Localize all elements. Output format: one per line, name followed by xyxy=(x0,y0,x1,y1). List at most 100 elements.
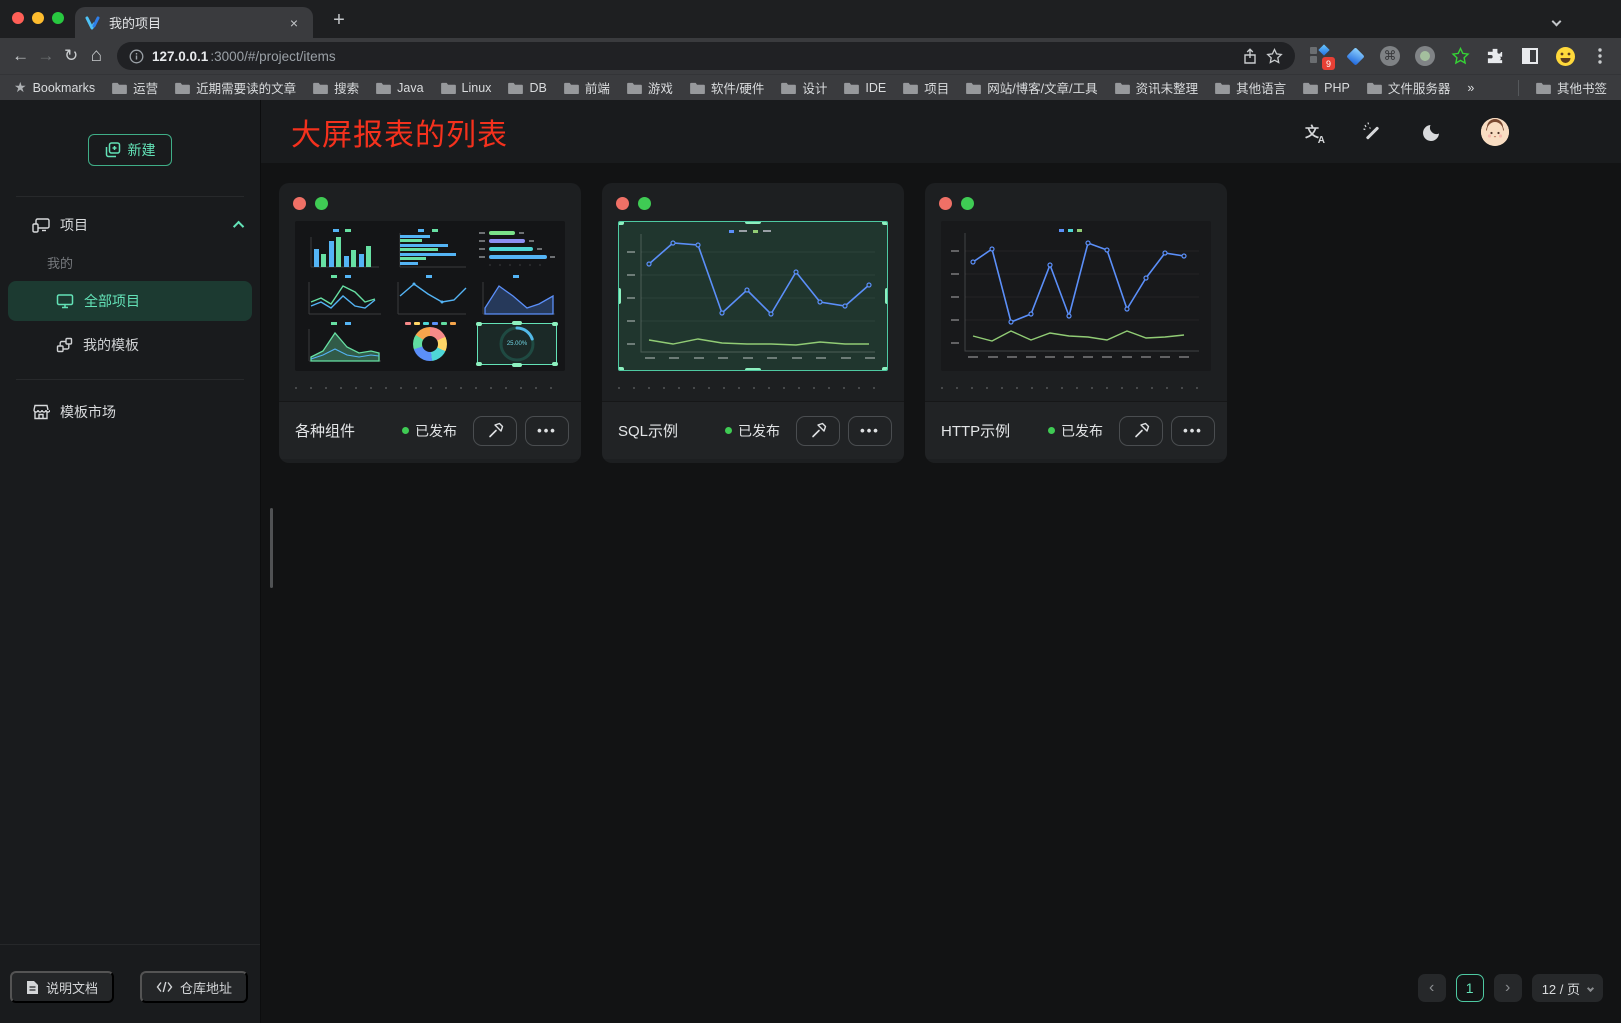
bookmark-folder[interactable]: 资讯未整理 xyxy=(1115,78,1199,97)
selection-handle[interactable] xyxy=(882,221,888,225)
bookmark-folder[interactable]: 文件服务器 xyxy=(1367,78,1451,97)
zoom-window-button[interactable] xyxy=(52,12,64,24)
close-window-button[interactable] xyxy=(12,12,24,24)
tab-manager-extension-icon[interactable]: 9 xyxy=(1309,45,1331,67)
tab-search-chevron-icon[interactable] xyxy=(1553,12,1563,22)
new-tab-button[interactable]: + xyxy=(327,9,351,32)
folder-icon xyxy=(508,82,523,94)
dark-mode-moon-icon[interactable] xyxy=(1421,121,1443,143)
more-options-button[interactable]: ••• xyxy=(525,416,569,446)
add-copy-icon xyxy=(105,142,121,158)
extensions-puzzle-icon[interactable] xyxy=(1484,45,1506,67)
current-page-button[interactable]: 1 xyxy=(1456,974,1484,1002)
bookmark-folder[interactable]: 搜索 xyxy=(313,78,359,97)
bookmark-folder[interactable]: 项目 xyxy=(903,78,949,97)
tab-close-icon[interactable]: × xyxy=(285,15,303,31)
scrollbar-thumb[interactable] xyxy=(270,508,273,588)
dot-extension-icon[interactable] xyxy=(1414,45,1436,67)
back-icon[interactable]: ← xyxy=(10,42,31,70)
bookmark-folder[interactable]: 其他语言 xyxy=(1215,78,1286,97)
card-footer: 各种组件 已发布 ••• xyxy=(279,401,581,459)
star-extension-icon[interactable] xyxy=(1449,45,1471,67)
selection-handle[interactable] xyxy=(618,367,624,371)
bookmark-folder[interactable]: 游戏 xyxy=(627,78,673,97)
more-options-button[interactable]: ••• xyxy=(848,416,892,446)
sidebar-item-template-market[interactable]: 模板市场 xyxy=(0,392,260,432)
repo-button[interactable]: 仓库地址 xyxy=(140,971,248,1003)
dark-mode-extension-icon[interactable] xyxy=(1519,45,1541,67)
bookmark-folder[interactable]: 运营 xyxy=(112,78,158,97)
magic-wand-icon[interactable] xyxy=(1361,121,1383,143)
browser-menu-icon[interactable] xyxy=(1589,45,1611,67)
edit-hammer-button[interactable] xyxy=(1119,416,1163,446)
minimize-window-button[interactable] xyxy=(32,12,44,24)
bookmark-folder[interactable]: 网站/博客/文章/工具 xyxy=(966,78,1097,97)
green-dot-icon xyxy=(961,197,974,210)
mini-line-chart-two-series xyxy=(301,274,385,318)
workflow-icon xyxy=(56,337,73,353)
bookmark-folder[interactable]: Linux xyxy=(441,81,492,95)
edit-hammer-button[interactable] xyxy=(796,416,840,446)
project-thumbnail: 25.00% xyxy=(295,221,565,371)
sidebar-group-projects[interactable]: 项目 xyxy=(0,205,260,245)
edit-hammer-button[interactable] xyxy=(473,416,517,446)
selection-handle[interactable] xyxy=(745,368,761,371)
chevron-down-icon xyxy=(1587,984,1594,991)
selected-gauge-tile: 25.00% xyxy=(477,323,557,365)
bookmark-folder[interactable]: IDE xyxy=(844,81,886,95)
project-name: HTTP示例 xyxy=(941,420,1040,441)
project-card-sql[interactable]: SQL示例 已发布 ••• xyxy=(602,183,904,463)
emoji-extension-icon[interactable] xyxy=(1554,45,1576,67)
reload-icon[interactable]: ↻ xyxy=(61,42,82,70)
bookmark-star-icon[interactable] xyxy=(1266,48,1283,65)
project-card-components[interactable]: 25.00% xyxy=(279,183,581,463)
sidebar-item-my-templates[interactable]: 我的模板 xyxy=(8,325,252,365)
bookmark-folder[interactable]: 前端 xyxy=(564,78,610,97)
bookmark-folder[interactable]: Java xyxy=(376,81,423,95)
gem-extension-icon[interactable] xyxy=(1344,45,1366,67)
bookmark-folder[interactable]: 设计 xyxy=(781,78,827,97)
next-page-button[interactable]: › xyxy=(1494,974,1522,1002)
share-icon[interactable] xyxy=(1242,48,1258,65)
folder-icon xyxy=(903,82,918,94)
info-icon[interactable] xyxy=(129,49,144,64)
sidebar-divider xyxy=(16,196,244,197)
bookmarks-overflow-chevron[interactable]: » xyxy=(1467,81,1474,95)
tab-my-projects[interactable]: 我的项目 × xyxy=(75,7,313,38)
folder-icon xyxy=(112,82,127,94)
selection-handle[interactable] xyxy=(885,288,888,304)
mini-line-chart xyxy=(388,274,472,318)
bookmark-folder[interactable]: 近期需要读的文章 xyxy=(175,78,296,97)
command-extension-icon[interactable]: ⌘ xyxy=(1379,45,1401,67)
prev-page-button[interactable]: ‹ xyxy=(1418,974,1446,1002)
mini-hbar-chart xyxy=(388,227,472,271)
bookmark-folder[interactable]: PHP xyxy=(1303,81,1350,95)
page-size-select[interactable]: 12 / 页 xyxy=(1532,974,1603,1002)
docs-button[interactable]: 说明文档 xyxy=(10,971,114,1003)
home-icon[interactable]: ⌂ xyxy=(86,42,107,70)
bookmark-folder[interactable]: 软件/硬件 xyxy=(690,78,764,97)
status-dot-icon xyxy=(725,427,732,434)
collapse-chevron-up-icon[interactable] xyxy=(233,221,244,232)
mini-donut-chart xyxy=(388,321,472,367)
selection-handle[interactable] xyxy=(618,221,624,225)
page-title: 大屏报表的列表 xyxy=(291,110,508,154)
new-project-button[interactable]: 新建 xyxy=(88,134,172,166)
code-icon xyxy=(156,981,173,993)
selection-handle[interactable] xyxy=(618,288,621,304)
card-status-dots xyxy=(925,183,1227,221)
more-options-button[interactable]: ••• xyxy=(1171,416,1215,446)
bookmark-bookmarks[interactable]: ★Bookmarks xyxy=(14,79,95,96)
language-icon[interactable]: 文A xyxy=(1301,121,1323,143)
project-card-http[interactable]: HTTP示例 已发布 ••• xyxy=(925,183,1227,463)
sidebar-item-all-projects[interactable]: 全部项目 xyxy=(8,281,252,321)
devices-icon xyxy=(32,217,50,233)
selection-handle[interactable] xyxy=(745,221,761,224)
project-name: SQL示例 xyxy=(618,420,717,441)
browser-toolbar: ← → ↻ ⌂ 127.0.0.1 :3000/#/project/items xyxy=(0,38,1621,74)
bookmark-folder[interactable]: DB xyxy=(508,81,546,95)
user-avatar[interactable] xyxy=(1481,118,1509,146)
other-bookmarks[interactable]: 其他书签 xyxy=(1536,78,1607,97)
selection-handle[interactable] xyxy=(882,367,888,371)
address-bar[interactable]: 127.0.0.1 :3000/#/project/items xyxy=(117,42,1295,70)
